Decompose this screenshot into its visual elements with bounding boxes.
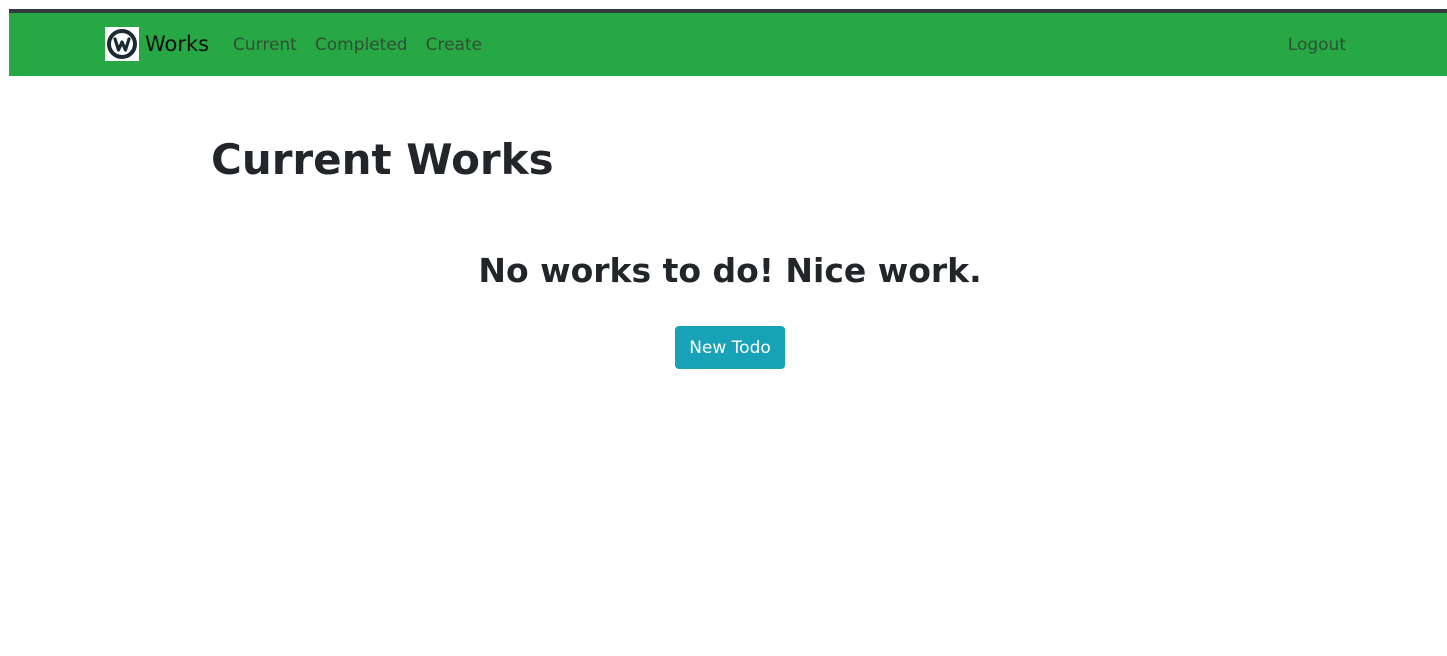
nav-link-create[interactable]: Create	[426, 33, 483, 57]
logout-link[interactable]: Logout	[1288, 33, 1346, 57]
empty-state-message: No works to do! Nice work.	[478, 251, 982, 290]
nav-link-current[interactable]: Current	[233, 33, 297, 57]
workplace-logo-icon	[105, 27, 139, 61]
nav-links: Current Completed Create	[233, 33, 482, 57]
page: Works Current Completed Create Logout Cu…	[0, 0, 1447, 656]
navbar: Works Current Completed Create Logout	[9, 9, 1447, 76]
brand-text: Works	[145, 32, 210, 56]
new-todo-button[interactable]: New Todo	[675, 326, 785, 369]
nav-link-completed[interactable]: Completed	[315, 33, 408, 57]
page-title: Current Works	[211, 135, 554, 184]
brand-link[interactable]: Works	[105, 27, 209, 61]
window-top-strip	[0, 0, 1447, 9]
